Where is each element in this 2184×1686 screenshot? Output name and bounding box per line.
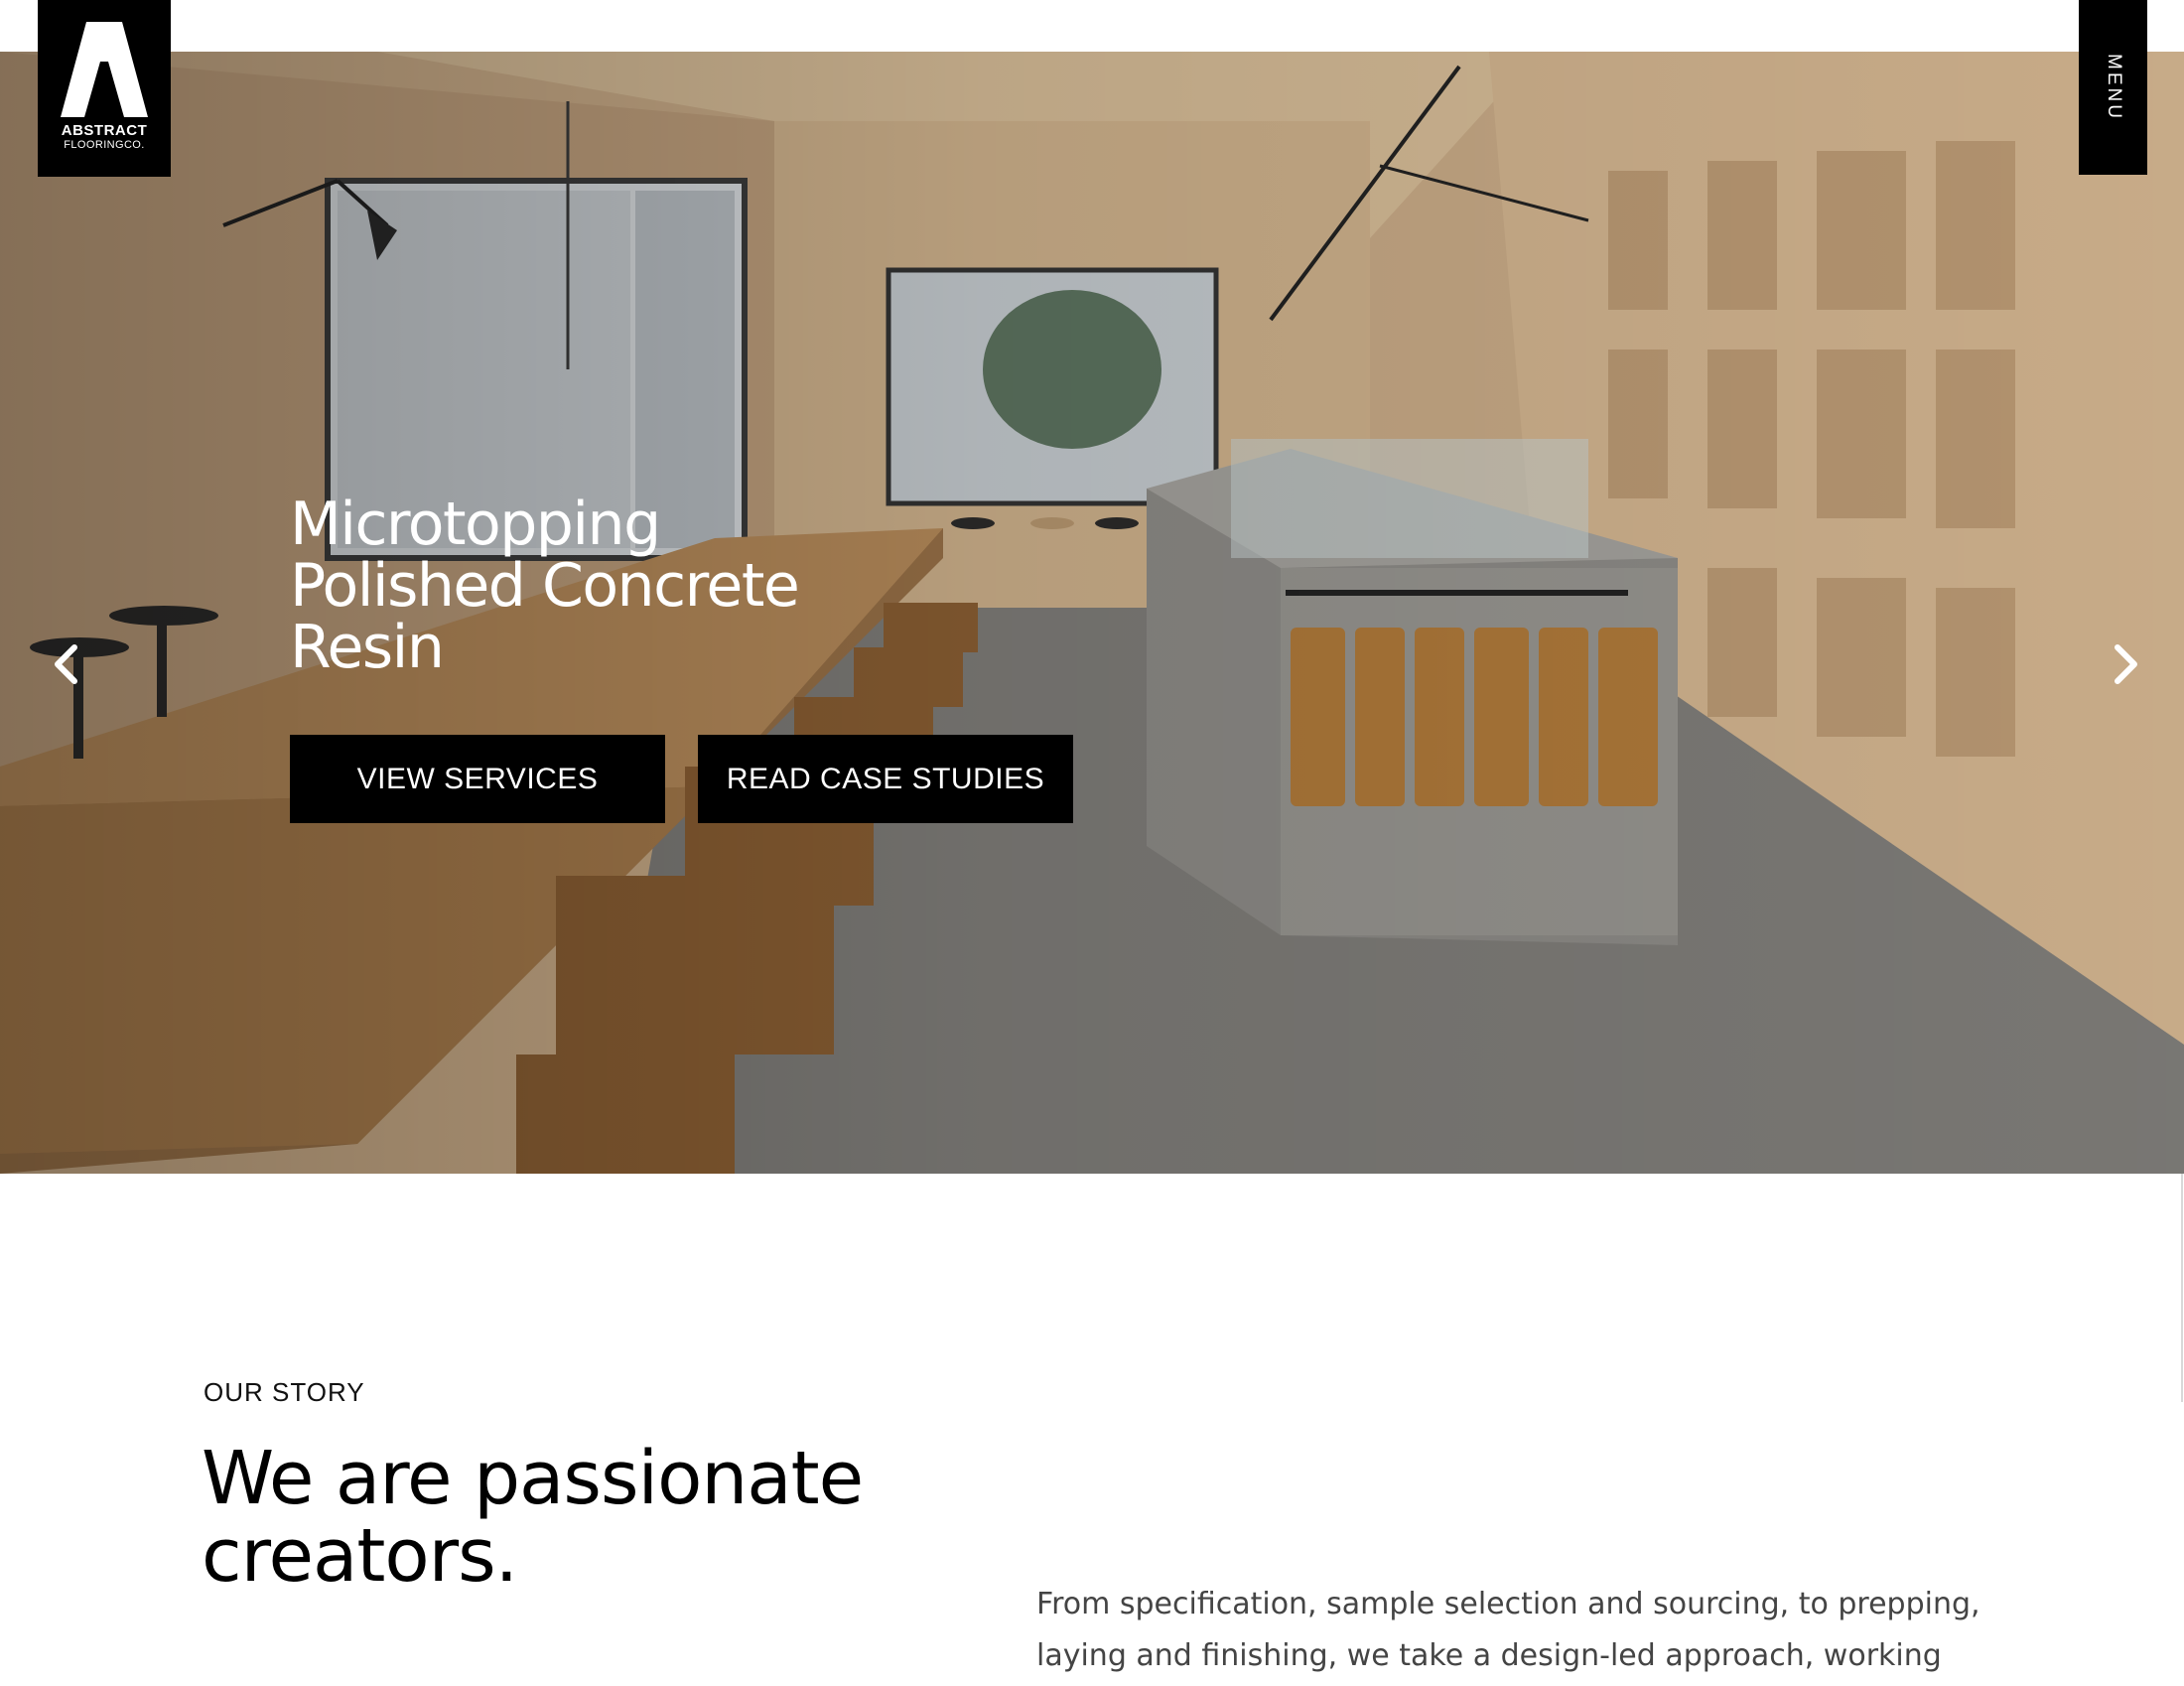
- section-heading-line: creators.: [202, 1513, 518, 1599]
- hero-slider: Microtopping Polished Concrete Resin VIE…: [0, 52, 2184, 1174]
- section-body: From specification, sample selection and…: [1036, 1579, 2029, 1682]
- view-services-button[interactable]: VIEW SERVICES: [290, 735, 665, 823]
- hero-title-line: Resin: [290, 613, 445, 682]
- section-eyebrow: OUR STORY: [204, 1377, 365, 1407]
- chevron-right-icon[interactable]: [2105, 639, 2144, 689]
- page: Microtopping Polished Concrete Resin VIE…: [0, 0, 2184, 1686]
- section-body-line: laying and finishing, we take a design-l…: [1036, 1638, 1942, 1673]
- hero-title-line: Microtopping: [290, 490, 661, 559]
- brand-logo[interactable]: ABSTRACT FLOORINGCO.: [38, 0, 171, 177]
- menu-label: MENU: [2103, 54, 2124, 121]
- brand-name: ABSTRACT: [61, 122, 148, 139]
- section-body-line: From specification, sample selection and…: [1036, 1587, 1980, 1621]
- brand-subtitle: FLOORINGCO.: [64, 139, 145, 151]
- section-heading-line: We are passionate: [202, 1436, 864, 1521]
- chevron-left-icon[interactable]: [48, 639, 87, 689]
- menu-button[interactable]: MENU: [2079, 0, 2147, 175]
- logo-mark-icon: [61, 22, 148, 117]
- hero-title: Microtopping Polished Concrete Resin: [290, 490, 800, 682]
- scroll-divider: [2181, 1174, 2183, 1402]
- hero-title-line: Polished Concrete: [290, 551, 800, 621]
- read-case-studies-button[interactable]: READ CASE STUDIES: [698, 735, 1073, 823]
- section-heading: We are passionate creators.: [202, 1436, 864, 1599]
